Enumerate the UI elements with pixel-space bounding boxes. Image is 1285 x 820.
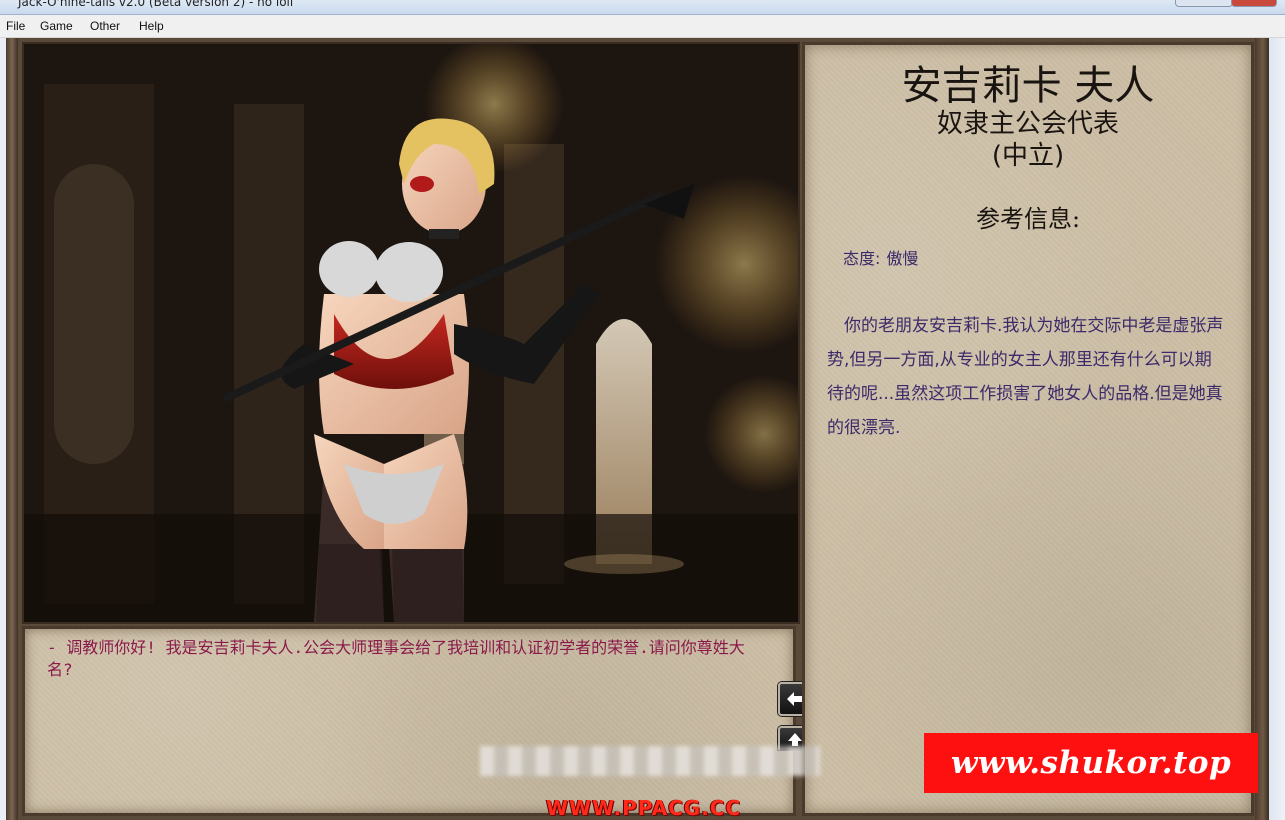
watermark-ppacg: WWW.PPACG.CC — [546, 796, 742, 820]
menu-bar: File Game Other Help — [0, 15, 1285, 38]
attitude-label: 态度: — [843, 249, 881, 268]
arrow-up-icon — [788, 733, 802, 746]
reference-heading: 参考信息: — [975, 205, 1081, 233]
character-info-panel: 安吉莉卡 夫人 奴隶主公会代表 (中立) 参考信息: 态度: 傲慢 你的老朋友安吉… — [802, 42, 1254, 816]
menu-help[interactable]: Help — [136, 18, 167, 34]
menu-other[interactable]: Other — [87, 18, 123, 34]
attitude-row: 态度: 傲慢 — [843, 245, 924, 269]
character-scene — [22, 42, 800, 624]
game-area: - 调教师你好! 我是安吉莉卡夫人.公会大师理事会给了我培训和认证初学者的荣誉.… — [0, 38, 1285, 820]
watermark-badge: www.shukor.top — [924, 733, 1258, 793]
right-frame — [1255, 38, 1285, 820]
game-window: Jack-O'nine-tails v2.0 (Beta version 2) … — [0, 0, 1285, 820]
character-alignment: (中立) — [991, 141, 1065, 171]
attitude-value: 傲慢 — [886, 249, 919, 268]
close-button[interactable] — [1231, 0, 1277, 7]
menu-game[interactable]: Game — [37, 18, 76, 34]
window-title: Jack-O'nine-tails v2.0 (Beta version 2) … — [18, 0, 294, 9]
dialogue-text: - 调教师你好! 我是安吉莉卡夫人.公会大师理事会给了我培训和认证初学者的荣誉.… — [47, 638, 745, 679]
watermark-shukor: www.shukor.top — [950, 745, 1232, 781]
scene-illustration — [24, 44, 798, 622]
dialogue-box: - 调教师你好! 我是安吉莉卡夫人.公会大师理事会给了我培训和认证初学者的荣誉.… — [22, 626, 796, 816]
minimize-button[interactable] — [1175, 0, 1233, 7]
left-frame — [0, 38, 18, 820]
character-description: 你的老朋友安吉莉卡.我认为她在交际中老是虚张声势,但另一方面,从专业的女主人那里… — [827, 316, 1224, 438]
blurred-region — [480, 746, 820, 776]
menu-file[interactable]: File — [3, 18, 28, 34]
title-bar: Jack-O'nine-tails v2.0 (Beta version 2) … — [0, 0, 1285, 15]
